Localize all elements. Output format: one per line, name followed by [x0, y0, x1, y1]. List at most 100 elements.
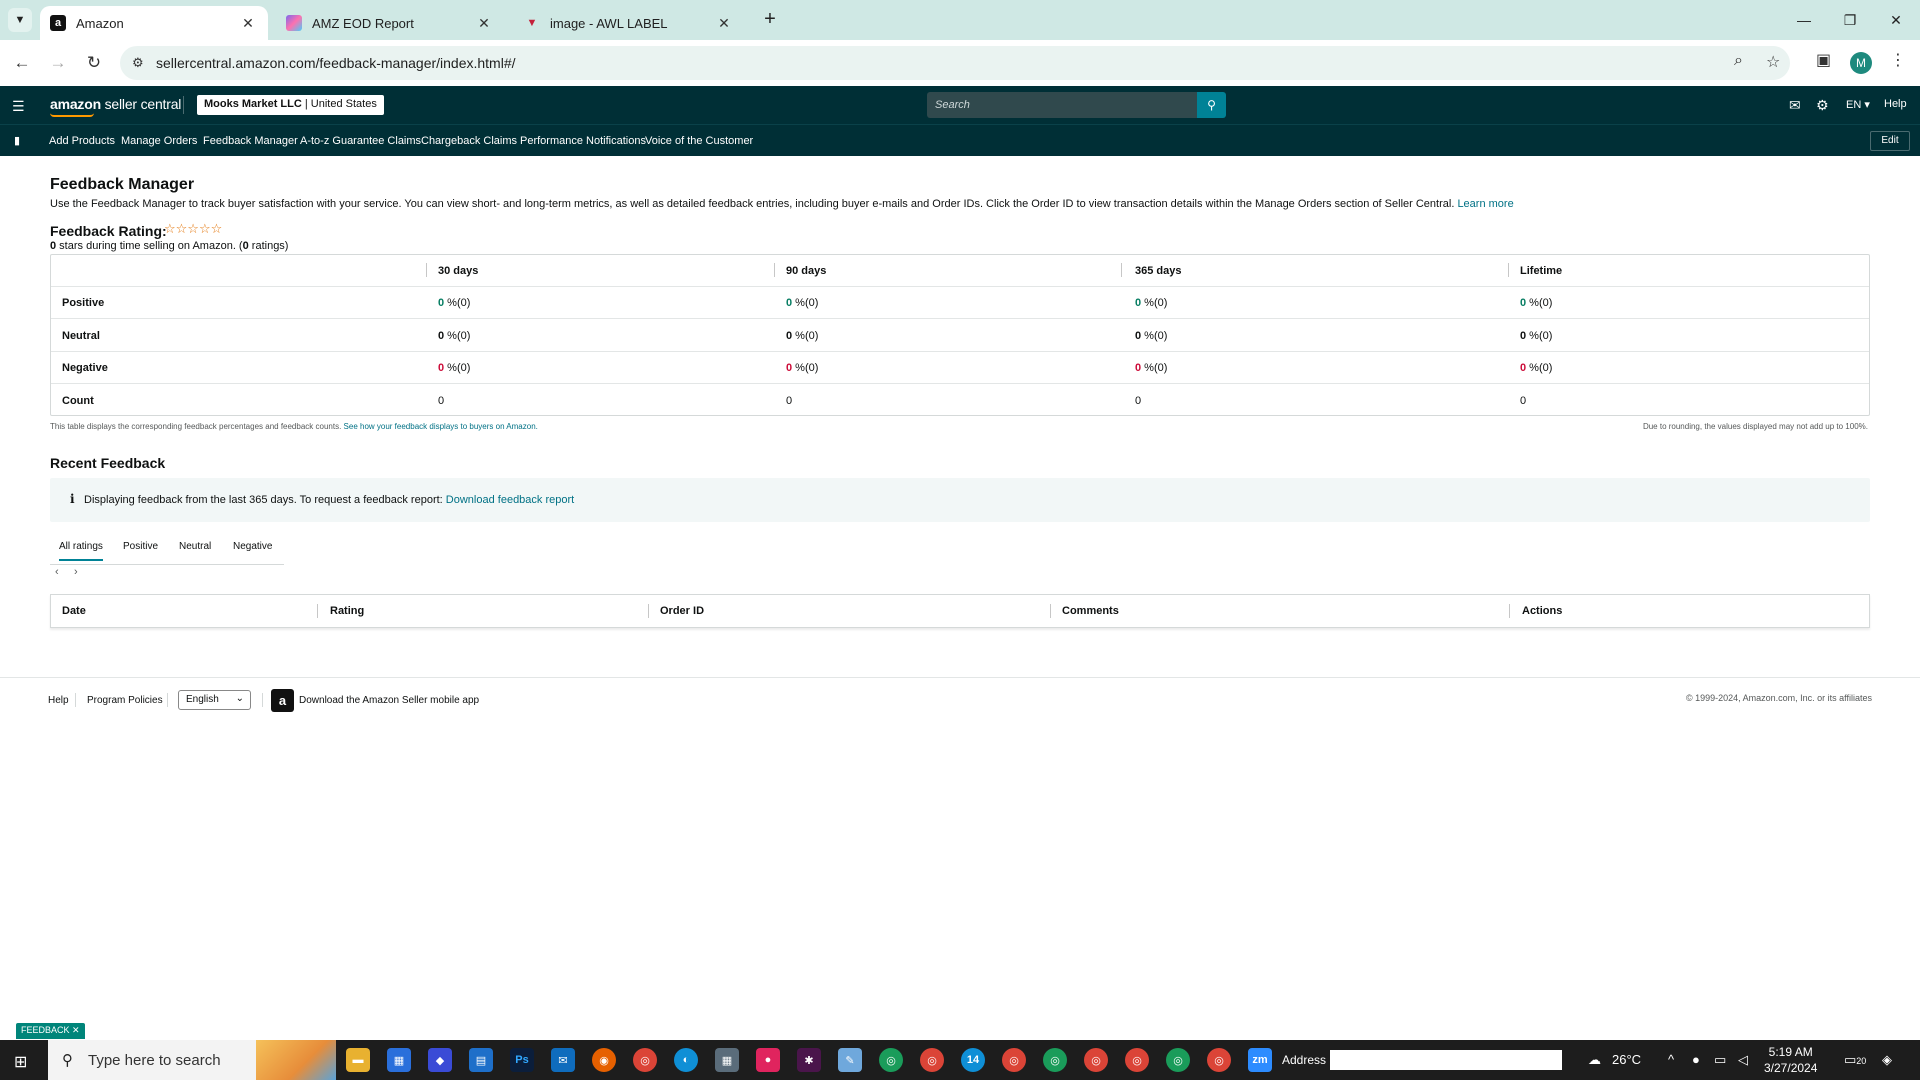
chrome-profile-icon[interactable]: ◎	[879, 1048, 903, 1072]
chrome-profile-icon[interactable]: ◎	[1166, 1048, 1190, 1072]
network-icon[interactable]: ▭	[1714, 1052, 1726, 1068]
zoom-icon[interactable]: zm	[1248, 1048, 1272, 1072]
nav-add-products[interactable]: Add Products	[49, 135, 115, 147]
copilot-icon[interactable]: ◈	[1882, 1052, 1892, 1068]
zoom-icon[interactable]: ⌕	[1734, 52, 1743, 70]
browser-tab-amazon[interactable]: a Amazon ✕	[40, 6, 268, 40]
column-divider	[1509, 604, 1510, 618]
volume-icon[interactable]: ◁	[1738, 1052, 1748, 1068]
file-explorer-icon[interactable]: ▬	[346, 1048, 370, 1072]
edge-icon[interactable]: ◐	[674, 1048, 698, 1072]
close-icon[interactable]: ✕	[240, 15, 256, 32]
mail-icon[interactable]: ✉	[551, 1048, 575, 1072]
download-app-link[interactable]: Download the Amazon Seller mobile app	[299, 695, 479, 706]
nav-feedback-manager[interactable]: Feedback Manager	[203, 135, 298, 147]
notification-icon[interactable]: ▭20	[1844, 1052, 1866, 1068]
feedback-widget-button[interactable]: FEEDBACK ✕	[16, 1023, 85, 1039]
nav-manage-orders[interactable]: Manage Orders	[121, 135, 197, 147]
previous-page-icon[interactable]: ‹	[55, 566, 59, 578]
telegram-icon[interactable]: 14	[961, 1048, 985, 1072]
tab-neutral[interactable]: Neutral	[179, 541, 211, 552]
store-icon[interactable]: ▦	[387, 1048, 411, 1072]
search-button[interactable]: ⚲	[1197, 92, 1226, 118]
search-highlight-image[interactable]	[256, 1040, 336, 1080]
footer-help-link[interactable]: Help	[48, 695, 69, 706]
microphone-icon[interactable]: ●	[1692, 1052, 1700, 1067]
table-note-link[interactable]: See how your feedback displays to buyers…	[344, 422, 538, 431]
browser-tab-awl-label[interactable]: ▼ image - AWL LABEL ✕	[514, 6, 744, 40]
edit-nav-button[interactable]: Edit	[1870, 131, 1910, 151]
nav-voice-of-customer[interactable]: Voice of the Customer	[645, 135, 753, 147]
calculator-icon[interactable]: ▦	[715, 1048, 739, 1072]
tab-positive[interactable]: Positive	[123, 541, 158, 552]
slack-icon[interactable]: ✱	[797, 1048, 821, 1072]
search-box	[927, 92, 1197, 118]
system-clock[interactable]: 5:19 AM 3/27/2024	[1764, 1044, 1817, 1076]
nav-performance-notifications[interactable]: Performance Notifications	[520, 135, 646, 147]
seller-central-logo[interactable]: amazon seller central	[50, 96, 181, 117]
nav-chargeback-claims[interactable]: Chargeback Claims	[421, 135, 517, 147]
app-icon[interactable]: ●	[756, 1048, 780, 1072]
temperature-text[interactable]: 26°C	[1612, 1052, 1641, 1067]
side-panel-icon[interactable]: ▣	[1816, 50, 1831, 70]
back-button[interactable]: ←	[8, 49, 36, 77]
chrome-profile-icon[interactable]: ◎	[1043, 1048, 1067, 1072]
download-report-link[interactable]: Download feedback report	[446, 494, 574, 506]
account-switcher[interactable]: Mooks Market LLC | United States	[197, 95, 384, 115]
notes-icon[interactable]: ✎	[838, 1048, 862, 1072]
restore-button[interactable]: ❐	[1827, 0, 1873, 40]
reload-button[interactable]: ↻	[80, 49, 108, 77]
chrome-profile-icon[interactable]: ◎	[1084, 1048, 1108, 1072]
search-input[interactable]	[927, 92, 1197, 118]
close-icon[interactable]: ✕	[476, 15, 492, 32]
chrome-profile-icon[interactable]: ◎	[1207, 1048, 1231, 1072]
language-dropdown[interactable]: English ⌄	[178, 690, 251, 710]
chevron-up-icon[interactable]: ^	[1668, 1052, 1674, 1067]
amazon-app-icon[interactable]: a	[271, 689, 294, 712]
minimize-button[interactable]: —	[1781, 0, 1827, 40]
program-policies-link[interactable]: Program Policies	[87, 695, 163, 706]
learn-more-link[interactable]: Learn more	[1457, 198, 1513, 210]
tab-negative[interactable]: Negative	[233, 541, 272, 552]
chrome-icon[interactable]: ◎	[633, 1048, 657, 1072]
address-toolbar-input[interactable]	[1330, 1050, 1562, 1070]
next-page-icon[interactable]: ›	[74, 566, 78, 578]
gear-icon[interactable]: ⚙	[1816, 97, 1829, 114]
close-icon[interactable]: ✕	[716, 15, 732, 32]
windows-start-icon[interactable]: ⊞	[14, 1052, 27, 1072]
mail-icon[interactable]: ✉	[1789, 97, 1801, 114]
chrome-profile-icon[interactable]: ◎	[1002, 1048, 1026, 1072]
site-info-icon[interactable]: ⚙	[132, 55, 144, 71]
weather-icon[interactable]: ☁	[1588, 1052, 1601, 1068]
notification-count: 20	[1856, 1056, 1867, 1066]
star-rating-icon: ☆☆☆☆☆	[164, 221, 223, 236]
firefox-icon[interactable]: ◉	[592, 1048, 616, 1072]
app-icon[interactable]: ◆	[428, 1048, 452, 1072]
hamburger-menu-icon[interactable]: ☰	[12, 98, 25, 115]
bookmark-icon[interactable]: ▮	[14, 134, 20, 147]
close-window-button[interactable]: ✕	[1873, 0, 1919, 40]
chrome-profile-icon[interactable]: ◎	[1125, 1048, 1149, 1072]
close-icon[interactable]: ✕	[72, 1025, 80, 1035]
bookmark-star-icon[interactable]: ☆	[1766, 52, 1780, 72]
tab-search-button[interactable]: ▼	[8, 8, 32, 32]
profile-avatar[interactable]: M	[1850, 52, 1872, 74]
address-bar[interactable]: ⚙ sellercentral.amazon.com/feedback-mana…	[120, 46, 1790, 80]
info-alert: i Displaying feedback from the last 365 …	[50, 478, 1870, 522]
app-icon[interactable]: ▤	[469, 1048, 493, 1072]
stars-text: stars during time selling on Amazon. (	[56, 240, 243, 252]
table-note-text: This table displays the corresponding fe…	[50, 422, 342, 431]
chrome-profile-icon[interactable]: ◎	[920, 1048, 944, 1072]
column-divider	[426, 263, 427, 277]
language-selector[interactable]: EN ▾	[1846, 98, 1870, 111]
new-tab-button[interactable]: +	[758, 8, 782, 32]
forward-button[interactable]: →	[44, 49, 72, 77]
photoshop-icon[interactable]: Ps	[510, 1048, 534, 1072]
menu-kebab-icon[interactable]: ⋮	[1890, 50, 1906, 70]
help-link[interactable]: Help	[1884, 98, 1907, 110]
browser-tab-eod-report[interactable]: AMZ EOD Report ✕	[276, 6, 504, 40]
nav-a-to-z-claims[interactable]: A-to-z Guarantee Claims	[300, 135, 421, 147]
url-text[interactable]: sellercentral.amazon.com/feedback-manage…	[156, 55, 516, 71]
taskbar-search[interactable]: ⚲ Type here to search	[48, 1040, 256, 1080]
tab-all-ratings[interactable]: All ratings	[59, 541, 103, 561]
